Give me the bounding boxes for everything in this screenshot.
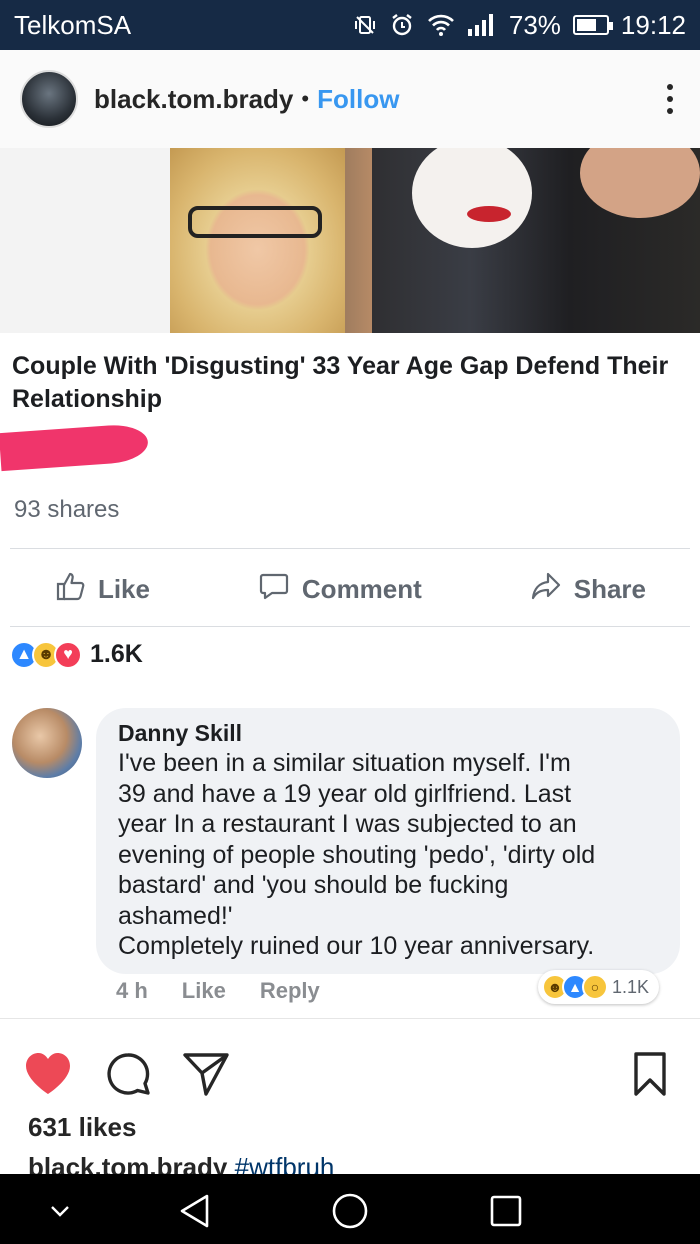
comment-author[interactable]: Danny Skill — [118, 718, 658, 748]
comment-text: I've been in a similar situation myself.… — [118, 749, 596, 960]
comment-label: Comment — [301, 573, 422, 604]
follow-button[interactable]: Follow — [317, 84, 399, 115]
couple-photo-left — [0, 148, 372, 333]
caption-hashtag[interactable]: #wtfbruh — [235, 1152, 335, 1174]
vibrate-icon — [353, 13, 377, 37]
wow-reaction-icon: ○ — [582, 974, 608, 1000]
like-button[interactable]: Like — [54, 570, 150, 609]
heart-icon[interactable] — [24, 1051, 72, 1097]
collapse-chevron-icon[interactable] — [40, 1191, 80, 1231]
post-header: black.tom.brady • Follow — [0, 50, 700, 148]
comment-meta: 4 h Like Reply — [116, 978, 320, 1004]
comment-bubble-icon — [258, 570, 290, 609]
signal-icon — [467, 13, 497, 37]
divider — [10, 548, 690, 549]
caption-username[interactable]: black.tom.brady — [28, 1152, 227, 1174]
comment-reply-link[interactable]: Reply — [260, 978, 320, 1004]
home-icon[interactable] — [330, 1191, 370, 1231]
like-label: Like — [97, 573, 150, 604]
battery-icon — [572, 15, 613, 35]
bookmark-icon[interactable] — [626, 1051, 674, 1097]
comment-time: 4 h — [116, 978, 148, 1003]
reaction-summary[interactable]: ▲ ☻ ♥ 1.6K — [10, 640, 143, 669]
fb-action-bar: Like Comment Share — [0, 558, 700, 620]
direct-share-icon[interactable] — [182, 1051, 230, 1097]
comment-bubble: Danny Skill I've been in a similar situa… — [96, 708, 680, 974]
comment-icon[interactable] — [104, 1051, 152, 1097]
navigation-bar — [0, 1174, 700, 1244]
instagram-action-bar — [0, 1018, 700, 1118]
comment-like-link[interactable]: Like — [182, 978, 226, 1004]
article-photo — [0, 148, 700, 333]
avatar[interactable] — [20, 70, 78, 128]
reaction-count: 1.6K — [90, 640, 143, 668]
couple-photo-right — [372, 148, 700, 333]
love-reaction-icon: ♥ — [54, 640, 82, 669]
comment-button[interactable]: Comment — [258, 570, 422, 609]
share-label: Share — [573, 573, 646, 604]
glasses — [188, 206, 322, 238]
more-options-icon[interactable] — [660, 84, 680, 114]
alarm-icon — [389, 12, 415, 38]
article-headline: Couple With 'Disgusting' 33 Year Age Gap… — [12, 352, 669, 413]
wifi-icon — [427, 13, 455, 37]
comment-reaction-count: 1.1K — [612, 976, 650, 997]
clock: 19:12 — [620, 9, 686, 40]
separator-dot: • — [301, 86, 310, 111]
divider — [10, 626, 690, 627]
share-count: 93 shares — [14, 496, 120, 523]
comment-reactions[interactable]: ☻ ▲ ○ 1.1K — [538, 970, 660, 1004]
commenter-avatar[interactable] — [12, 708, 82, 778]
share-arrow-icon — [530, 570, 562, 609]
thumbs-up-icon — [54, 570, 86, 609]
battery-percent: 73% — [508, 9, 561, 40]
share-button[interactable]: Share — [530, 570, 646, 609]
battery-level — [576, 19, 597, 31]
username[interactable]: black.tom.brady — [94, 84, 293, 115]
recents-icon[interactable] — [486, 1191, 526, 1231]
carrier-name: TelkomSA — [14, 9, 132, 40]
caption: black.tom.brady #wtfbruh — [28, 1152, 334, 1174]
status-bar: TelkomSA 73% 19:12 — [0, 0, 700, 50]
back-icon[interactable] — [174, 1191, 214, 1231]
redaction-mark — [0, 422, 150, 472]
like-count[interactable]: 631 likes — [28, 1112, 136, 1143]
post-image: Couple With 'Disgusting' 33 Year Age Gap… — [0, 148, 700, 1018]
